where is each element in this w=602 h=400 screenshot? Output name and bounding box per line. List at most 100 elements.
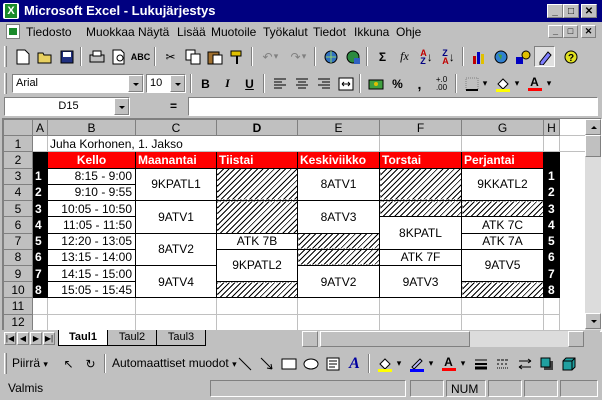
doc-minimize-button[interactable]: _ [548,25,563,38]
redo-dropdown-icon[interactable]: ▾ [299,46,309,67]
shadow-icon[interactable] [536,353,557,374]
fill-color-icon[interactable] [492,73,513,94]
web-toolbar-icon[interactable] [342,46,363,67]
menu-tyokalut[interactable]: Työkalut [263,25,308,39]
time-cell[interactable]: 10:05 - 10:50 [47,200,136,218]
format-painter-icon[interactable] [226,46,247,67]
doc-close-button[interactable]: ✕ [581,25,596,38]
period-number[interactable]: 8 [543,281,560,299]
lesson-cell[interactable]: 9ATV2 [297,264,380,299]
scroll-right-arrow-icon[interactable] [568,331,584,347]
lesson-cell[interactable]: 9ATV4 [135,264,217,299]
period-number[interactable]: 6 [543,248,560,266]
period-number[interactable]: 7 [32,264,48,283]
time-cell[interactable]: 15:05 - 15:45 [47,281,136,299]
toolbar-grip[interactable] [4,46,7,67]
period-number[interactable]: 1 [543,167,560,185]
line-icon[interactable] [234,353,255,374]
cut-icon[interactable]: ✂ [160,46,181,67]
row-header[interactable]: 8 [3,248,33,266]
italic-button[interactable]: I [217,73,238,94]
font-color-dropdown-icon[interactable]: ▾ [458,353,468,374]
lesson-cell[interactable]: ATK 7A [461,232,544,250]
period-number[interactable]: 1 [32,167,48,185]
horizontal-scroll-thumb[interactable] [320,331,470,347]
lesson-cell[interactable]: 9ATV3 [379,264,462,299]
vertical-scroll-thumb[interactable] [585,135,601,157]
font-color-icon[interactable]: A [438,353,459,374]
free-period-cell[interactable] [297,248,380,266]
lesson-cell[interactable]: 9KPATL2 [216,248,298,283]
chevron-down-icon[interactable] [128,75,143,92]
align-center-icon[interactable] [291,73,312,94]
period-number[interactable]: 3 [543,200,560,218]
menu-muotoile[interactable]: Muotoile [211,25,256,39]
menu-nayta[interactable]: Näytä [138,25,169,39]
period-number[interactable]: 4 [32,216,48,234]
line-color-dropdown-icon[interactable]: ▾ [426,353,436,374]
horizontal-scrollbar[interactable] [302,331,584,347]
lesson-cell[interactable]: 9ATV5 [461,248,544,283]
font-color-dropdown-icon[interactable]: ▾ [544,73,554,94]
percent-style-button[interactable]: % [387,73,408,94]
row-header[interactable]: 11 [3,297,33,315]
free-period-cell[interactable] [461,281,544,299]
lesson-cell[interactable]: ATK 7C [461,216,544,234]
scroll-left-arrow-icon[interactable] [302,331,318,347]
row-header[interactable]: 5 [3,200,33,218]
lesson-cell[interactable]: 9KKATL2 [461,167,544,202]
print-preview-icon[interactable] [108,46,129,67]
sort-ascending-icon[interactable]: A Z ↓ [416,46,437,67]
menu-tiedot[interactable]: Tiedot [313,25,346,39]
lesson-cell[interactable]: 9ATV1 [135,200,217,234]
last-sheet-icon[interactable]: ▶| [43,332,55,345]
fill-color-dropdown-icon[interactable]: ▾ [394,353,404,374]
free-period-cell[interactable] [379,167,462,202]
free-period-cell[interactable] [461,200,544,218]
font-name-box[interactable]: Arial [12,74,144,93]
menu-tiedosto[interactable]: Tiedosto [26,25,72,39]
excel-app-icon[interactable]: X [3,3,19,19]
autosum-icon[interactable]: Σ [372,46,393,67]
font-color-icon[interactable]: A [524,73,545,94]
open-icon[interactable] [34,46,55,67]
lesson-cell[interactable]: 8KPATL [379,216,462,250]
chart-wizard-icon[interactable] [468,46,489,67]
toolbar-grip[interactable] [4,73,7,94]
header-maanantai[interactable]: Maanantai [135,151,217,169]
column-header-h[interactable]: H [543,119,560,137]
menu-ohje[interactable]: Ohje [396,25,421,39]
copy-icon[interactable] [182,46,203,67]
rectangle-icon[interactable] [278,353,299,374]
formula-input[interactable] [188,97,598,116]
merge-center-icon[interactable] [335,73,356,94]
lesson-cell[interactable]: 8ATV2 [135,232,217,266]
maximize-button[interactable]: □ [563,4,579,18]
prev-sheet-icon[interactable]: ◀ [17,332,29,345]
sheet-tab-taul3[interactable]: Taul3 [156,330,206,346]
column-header-b[interactable]: B [47,119,136,137]
free-period-cell[interactable] [297,232,380,250]
name-box[interactable]: D15 [4,97,130,116]
period-number[interactable]: 8 [32,281,48,299]
row-header[interactable]: 9 [3,264,33,283]
row-header[interactable]: 1 [3,135,33,153]
currency-style-icon[interactable] [365,73,386,94]
wordart-icon[interactable]: A [344,353,365,374]
vertical-scrollbar[interactable] [585,119,601,331]
free-period-cell[interactable] [216,167,298,202]
row-header[interactable]: 12 [3,313,33,331]
scroll-down-arrow-icon[interactable] [585,313,601,329]
fill-color-dropdown-icon[interactable]: ▾ [512,73,522,94]
period-number[interactable]: 5 [543,232,560,250]
free-rotate-icon[interactable]: ↻ [80,353,101,374]
insert-hyperlink-icon[interactable] [320,46,341,67]
bold-button[interactable]: B [195,73,216,94]
row-header[interactable]: 7 [3,232,33,250]
row-header[interactable]: 10 [3,281,33,299]
arrow-style-icon[interactable] [514,353,535,374]
free-period-cell[interactable] [379,200,462,218]
chevron-down-icon[interactable] [170,75,185,92]
borders-icon[interactable] [461,73,482,94]
free-period-cell[interactable] [216,200,298,234]
